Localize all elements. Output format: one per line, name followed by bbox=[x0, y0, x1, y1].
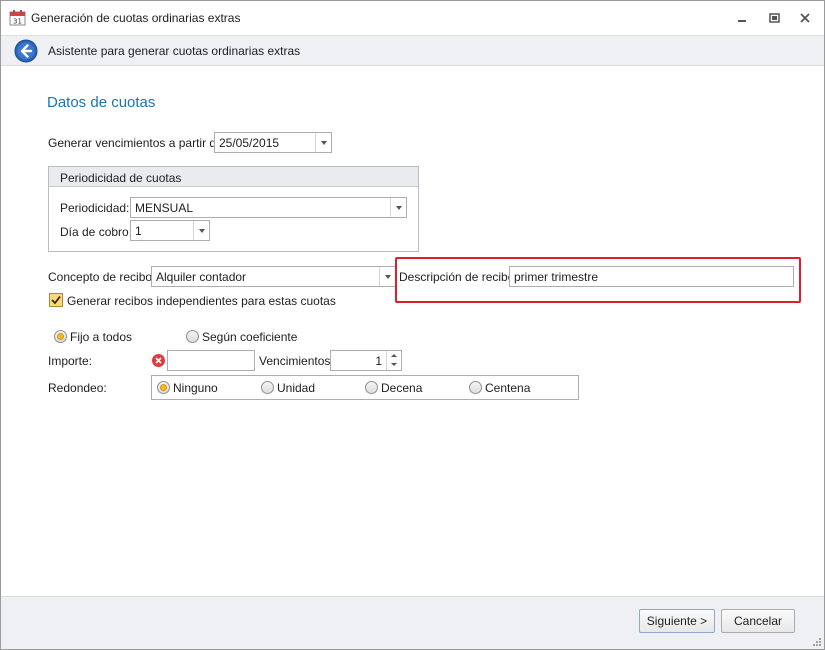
independent-receipts-label: Generar recibos independientes para esta… bbox=[67, 294, 336, 308]
next-button[interactable]: Siguiente > bbox=[639, 609, 715, 633]
redondeo-decena-radio[interactable] bbox=[365, 381, 378, 394]
concepto-label: Concepto de recibo: bbox=[48, 270, 156, 284]
fijo-todos-label: Fijo a todos bbox=[70, 330, 133, 344]
dia-cobro-dropdown-button[interactable] bbox=[193, 221, 209, 240]
error-icon bbox=[152, 354, 165, 367]
minimize-icon bbox=[738, 20, 746, 22]
redondeo-ninguno-radio[interactable] bbox=[157, 381, 170, 394]
restore-icon bbox=[768, 13, 780, 23]
concepto-select[interactable]: Alquiler contador bbox=[151, 266, 396, 287]
descripcion-input[interactable]: primer trimestre bbox=[509, 266, 794, 287]
chevron-down-icon bbox=[320, 140, 327, 145]
chevron-down-icon bbox=[384, 274, 391, 279]
concepto-dropdown-button[interactable] bbox=[379, 267, 395, 286]
spin-up-button[interactable] bbox=[387, 351, 401, 360]
periodicity-group-title: Periodicidad de cuotas bbox=[49, 167, 418, 187]
window-title: Generación de cuotas ordinarias extras bbox=[31, 11, 241, 25]
close-icon bbox=[800, 13, 810, 23]
dia-cobro-label: Día de cobro: bbox=[60, 225, 133, 239]
segun-coeficiente-label: Según coeficiente bbox=[202, 330, 298, 344]
redondeo-centena-radio[interactable] bbox=[469, 381, 482, 394]
dia-cobro-value: 1 bbox=[135, 224, 142, 238]
periodicidad-select[interactable]: MENSUAL bbox=[130, 197, 407, 218]
redondeo-unidad-radio[interactable] bbox=[261, 381, 274, 394]
start-date-picker[interactable]: 25/05/2015 bbox=[214, 132, 332, 153]
wizard-title: Asistente para generar cuotas ordinarias… bbox=[48, 44, 301, 58]
wizard-header: Asistente para generar cuotas ordinarias… bbox=[1, 35, 824, 66]
restore-button[interactable] bbox=[766, 10, 782, 26]
chevron-down-icon bbox=[395, 205, 402, 210]
title-bar: 31 Generación de cuotas ordinarias extra… bbox=[1, 1, 824, 35]
redondeo-ninguno-label: Ninguno bbox=[173, 381, 218, 395]
vencimientos-value: 1 bbox=[375, 354, 382, 368]
segun-coeficiente-radio[interactable] bbox=[186, 330, 199, 343]
redondeo-label: Redondeo: bbox=[48, 381, 107, 395]
spin-down-button[interactable] bbox=[387, 360, 401, 369]
start-date-value: 25/05/2015 bbox=[219, 136, 280, 150]
vencimientos-spin-buttons bbox=[386, 351, 401, 370]
vencimientos-stepper[interactable]: 1 bbox=[330, 350, 402, 371]
vencimientos-label: Vencimientos: bbox=[259, 354, 334, 368]
checkmark-icon bbox=[51, 295, 61, 305]
redondeo-decena-label: Decena bbox=[381, 381, 423, 395]
start-date-dropdown-button[interactable] bbox=[315, 133, 331, 152]
close-button[interactable] bbox=[797, 10, 813, 26]
minimize-button[interactable] bbox=[734, 10, 750, 26]
descripcion-label: Descripción de recibo: bbox=[399, 270, 518, 284]
cancel-button[interactable]: Cancelar bbox=[721, 609, 795, 633]
importe-input[interactable] bbox=[167, 350, 255, 371]
chevron-up-icon bbox=[391, 354, 397, 357]
resize-grip-icon[interactable] bbox=[811, 636, 821, 646]
chevron-down-icon bbox=[391, 363, 397, 366]
wizard-footer: Siguiente > Cancelar bbox=[1, 596, 824, 649]
dia-cobro-select[interactable]: 1 bbox=[130, 220, 210, 241]
calendar-icon: 31 bbox=[9, 10, 26, 26]
section-title: Datos de cuotas bbox=[47, 94, 156, 111]
start-date-label: Generar vencimientos a partir de: bbox=[48, 136, 227, 150]
periodicidad-value: MENSUAL bbox=[135, 201, 194, 215]
redondeo-centena-label: Centena bbox=[485, 381, 531, 395]
descripcion-value: primer trimestre bbox=[514, 270, 599, 284]
wizard-window: 31 Generación de cuotas ordinarias extra… bbox=[0, 0, 825, 650]
redondeo-unidad-label: Unidad bbox=[277, 381, 316, 395]
concepto-value: Alquiler contador bbox=[156, 270, 247, 284]
independent-receipts-checkbox[interactable] bbox=[49, 293, 63, 307]
importe-label: Importe: bbox=[48, 354, 93, 368]
fijo-todos-radio[interactable] bbox=[54, 330, 67, 343]
periodicidad-dropdown-button[interactable] bbox=[390, 198, 406, 217]
back-arrow-icon[interactable] bbox=[14, 39, 38, 63]
chevron-down-icon bbox=[198, 228, 205, 233]
svg-text:31: 31 bbox=[13, 18, 22, 26]
periodicidad-label: Periodicidad: bbox=[60, 201, 130, 215]
